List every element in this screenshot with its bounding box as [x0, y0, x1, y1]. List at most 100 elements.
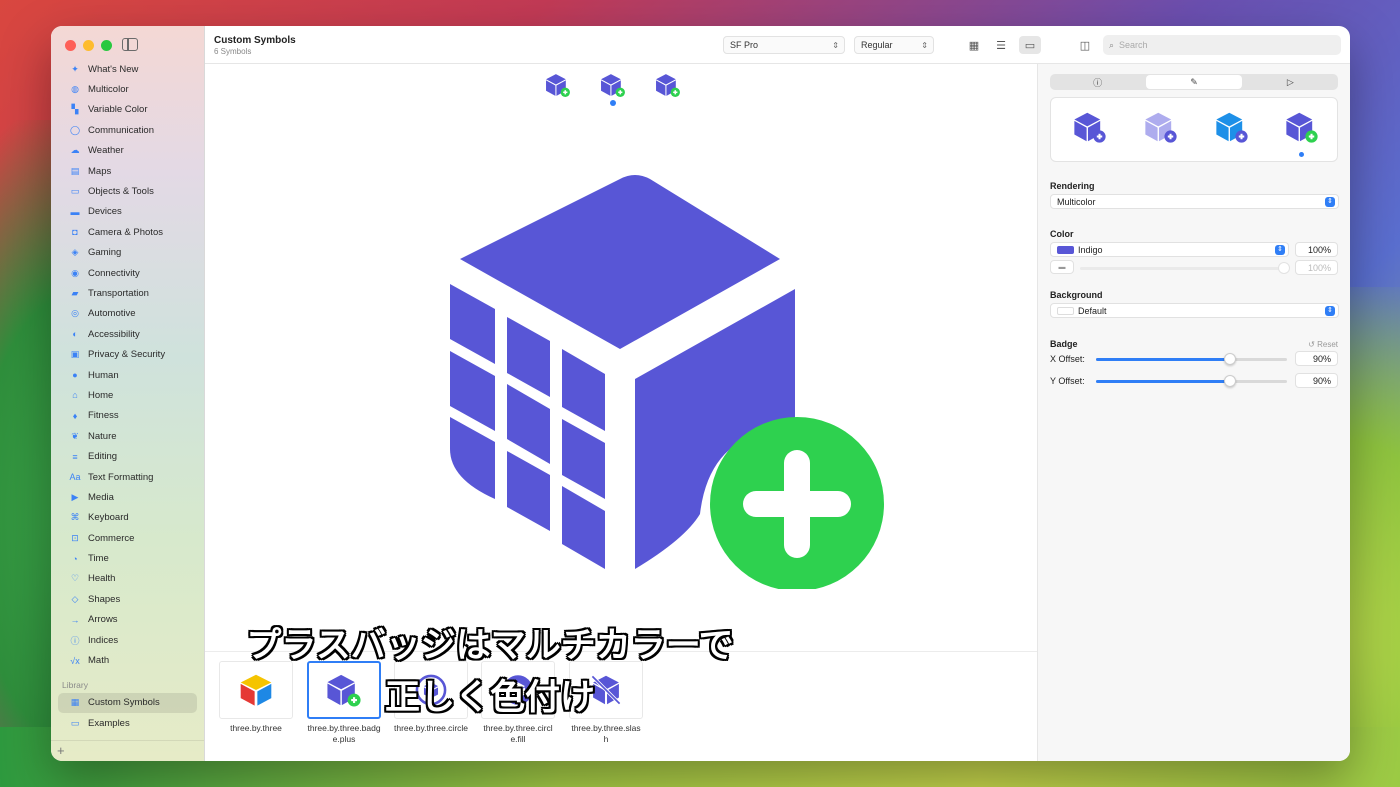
gallery-item-label: three.by.three.circle.fill	[483, 723, 553, 744]
sidebar-item[interactable]: ♦ Fitness	[51, 406, 204, 426]
monochrome-preview[interactable]	[1073, 110, 1107, 144]
sidebar-item-label: Nature	[88, 430, 117, 442]
sidebar-item[interactable]: ◘ Camera & Photos	[51, 222, 204, 242]
chevron-updown-icon: ⇕	[832, 40, 839, 50]
sidebar-item[interactable]: ▚ Variable Color	[51, 100, 204, 120]
library-item[interactable]: ▭ Examples	[51, 713, 204, 733]
multicolor-preview[interactable]	[1285, 110, 1319, 144]
background-value: Default	[1078, 305, 1107, 316]
reset-label: Reset	[1317, 340, 1338, 349]
list-view-icon[interactable]: ☰	[990, 36, 1012, 54]
grid-view-icon[interactable]: ▦	[963, 36, 985, 54]
library-item-label: Custom Symbols	[88, 697, 160, 709]
sidebar-item[interactable]: ◔ Time	[51, 548, 204, 568]
sidebar-item[interactable]: ◈ Gaming	[51, 243, 204, 263]
gallery-view-icon[interactable]: ▭	[1019, 36, 1041, 54]
color-label: Color	[1050, 229, 1074, 239]
minimize-button[interactable]	[83, 40, 94, 51]
function-icon: √x	[70, 655, 80, 666]
sidebar-item[interactable]: ⌘ Keyboard	[51, 508, 204, 528]
sidebar-toggle-icon[interactable]	[122, 38, 138, 51]
slider-knob[interactable]	[1224, 375, 1236, 387]
sidebar-item[interactable]: ◐ Accessibility	[51, 324, 204, 344]
y-offset-slider[interactable]	[1096, 375, 1287, 387]
window-controls	[65, 40, 112, 51]
person-icon: ●	[72, 370, 78, 381]
color-select[interactable]: Indigo ⇕	[1050, 242, 1289, 257]
sidebar-item[interactable]: ☁ Weather	[51, 141, 204, 161]
command-icon: ⌘	[70, 512, 80, 523]
sidebar-item[interactable]: ⊡ Commerce	[51, 528, 204, 548]
sidebar-item[interactable]: ▣ Privacy & Security	[51, 344, 204, 364]
add-button[interactable]: +	[57, 743, 65, 758]
divider	[51, 740, 204, 741]
sidebar-item[interactable]: ▰ Transportation	[51, 283, 204, 303]
subtitle-line-2: 正しく色付け	[384, 678, 595, 717]
toolbar: Custom Symbols 6 Symbols SF Pro ⇕ Regula…	[205, 26, 1350, 64]
y-offset-field[interactable]: 90%	[1295, 373, 1338, 388]
sidebar-item[interactable]: ▬ Devices	[51, 202, 204, 222]
info-tab-icon[interactable]: ⓘ	[1050, 74, 1145, 90]
background-select[interactable]: Default ⇕	[1050, 303, 1339, 318]
slider-knob[interactable]	[1224, 353, 1236, 365]
cube-badge-icon	[1074, 112, 1106, 143]
play-tab-icon[interactable]: ▷	[1243, 74, 1338, 90]
hierarchical-preview[interactable]	[1144, 110, 1178, 144]
sidebar-item[interactable]: ● Human	[51, 365, 204, 385]
accessibility-icon: ◐	[72, 329, 78, 340]
sidebar-item[interactable]: ◇ Shapes	[51, 589, 204, 609]
slider-knob[interactable]	[1278, 262, 1290, 274]
sidebar-item-label: Shapes	[88, 593, 121, 605]
subtitle-overlay: プラスバッジはマルチカラーで 正しく色付け	[230, 620, 750, 724]
sidebar-item[interactable]: ≡ Editing	[51, 446, 204, 466]
sidebar-item[interactable]: ❦ Nature	[51, 426, 204, 446]
search-field[interactable]: ⌕ Search	[1103, 35, 1341, 55]
sidebar-item[interactable]: ♡ Health	[51, 569, 204, 589]
variant-monochrome[interactable]	[545, 72, 573, 102]
color-opacity-field[interactable]: 100%	[1295, 242, 1338, 257]
variant-selected[interactable]	[600, 72, 628, 106]
sidebar-item[interactable]: ◎ Automotive	[51, 304, 204, 324]
paintbrush-tab-icon[interactable]: ✎	[1146, 75, 1242, 89]
library-item[interactable]: ▦ Custom Symbols	[58, 692, 197, 714]
secondary-opacity-slider[interactable]	[1080, 262, 1290, 274]
sidebar-item[interactable]: ▤ Maps	[51, 161, 204, 181]
slider-fill	[1096, 358, 1230, 361]
palette-preview[interactable]	[1215, 110, 1249, 144]
badge-label: Badge	[1050, 339, 1078, 349]
cube-badge-icon	[656, 74, 680, 97]
inspector-toggle-icon[interactable]: ◫	[1074, 36, 1096, 54]
grid-icon: ▦	[70, 697, 80, 708]
weight-popup[interactable]: Regular ⇕	[854, 36, 934, 54]
sidebar-item[interactable]: ✦ What's New	[51, 59, 204, 79]
close-button[interactable]	[65, 40, 76, 51]
sidebar-item[interactable]: ◉ Connectivity	[51, 263, 204, 283]
sidebar-item[interactable]: √x Math	[51, 650, 204, 670]
x-offset-slider[interactable]	[1096, 353, 1287, 365]
sidebar-item[interactable]: ⌂ Home	[51, 385, 204, 405]
car-icon: ▰	[71, 287, 79, 298]
variant-large[interactable]	[655, 72, 683, 102]
x-offset-field[interactable]: 90%	[1295, 351, 1338, 366]
sidebar-item[interactable]: ⓘ Indices	[51, 630, 204, 650]
gallery-item-label: three.by.three.slash	[571, 723, 641, 744]
sidebar-item[interactable]: ▭ Objects & Tools	[51, 181, 204, 201]
sidebar-item[interactable]: ◯ Communication	[51, 120, 204, 140]
sidebar-item[interactable]: ▶ Media	[51, 487, 204, 507]
subtitle-line-1: プラスバッジはマルチカラーで	[246, 626, 734, 665]
font-popup[interactable]: SF Pro ⇕	[723, 36, 845, 54]
sidebar-item-label: Text Formatting	[88, 471, 154, 483]
sidebar-item[interactable]: → Arrows	[51, 610, 204, 630]
secondary-color-well[interactable]: ▬	[1050, 260, 1074, 274]
reset-button[interactable]: ↺ Reset	[1308, 340, 1338, 349]
paintpalette-icon: ◍	[71, 84, 79, 95]
desktop-icon: ▬	[70, 206, 80, 217]
gallery-item-label: three.by.three	[230, 723, 282, 733]
library-item-label: Examples	[88, 717, 130, 729]
rendering-select[interactable]: Multicolor ⇕	[1050, 194, 1339, 209]
secondary-opacity-field[interactable]: 100%	[1295, 260, 1338, 275]
zoom-button[interactable]	[101, 40, 112, 51]
slider-fill	[1096, 380, 1230, 383]
sidebar-item[interactable]: ◍ Multicolor	[51, 79, 204, 99]
sidebar-item[interactable]: Aa Text Formatting	[51, 467, 204, 487]
